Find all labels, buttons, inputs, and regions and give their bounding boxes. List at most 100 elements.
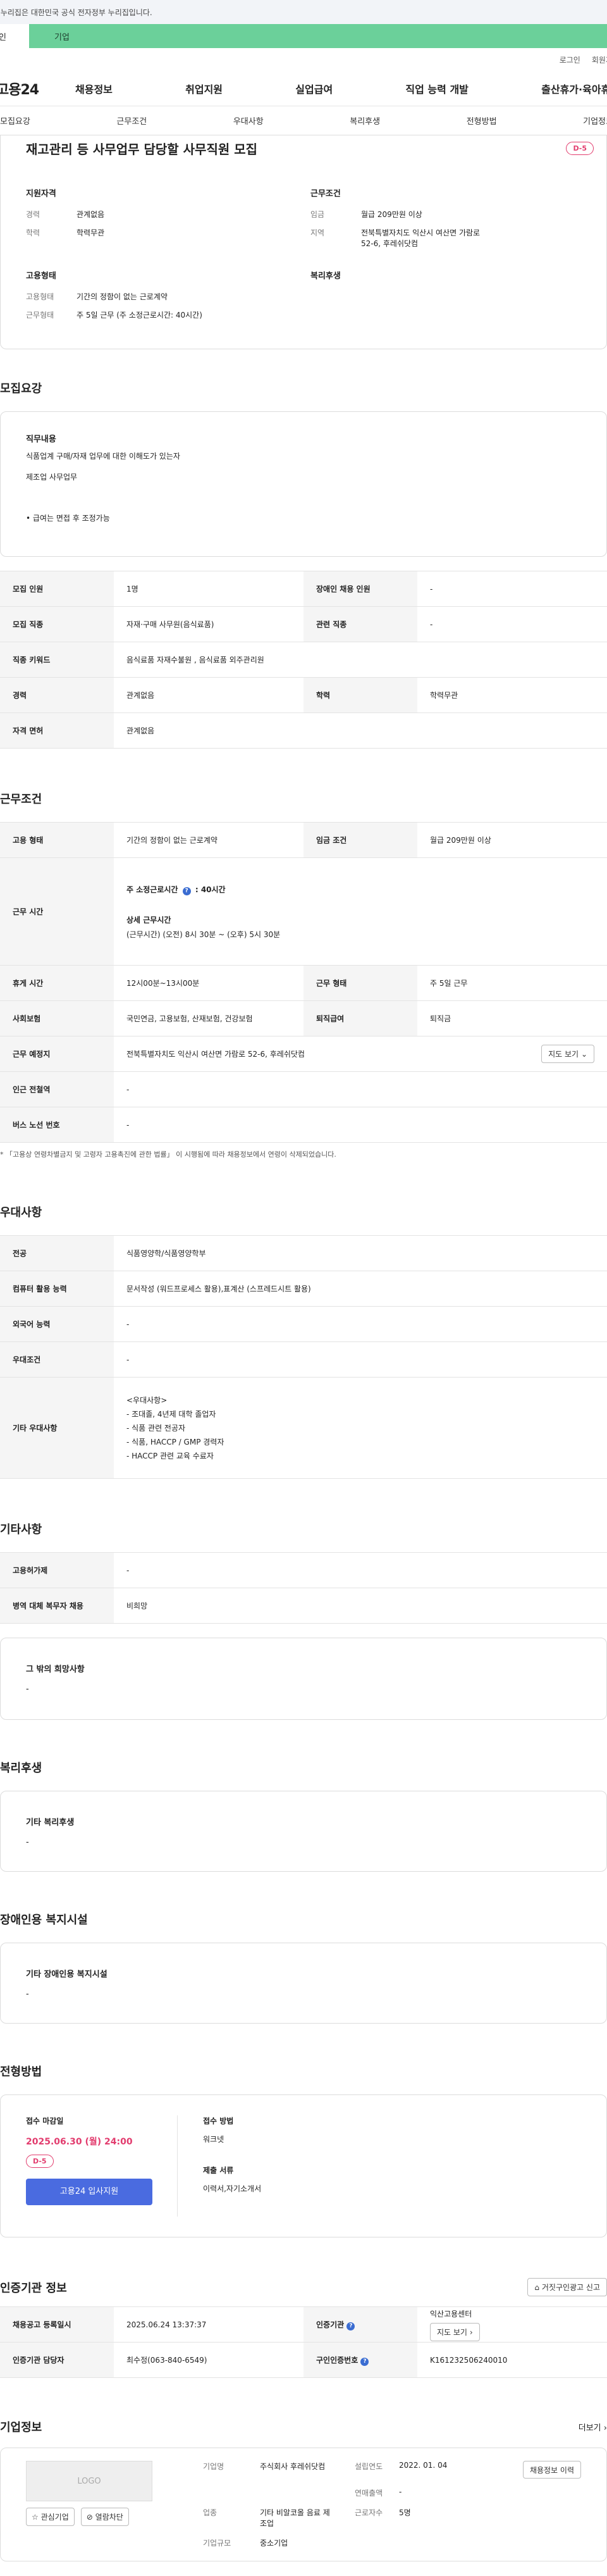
tab-biz[interactable]: 기업	[29, 24, 607, 48]
qual-row: 경력 관계없음	[26, 210, 105, 219]
cond-row: 임금 월급 209만원 이상	[310, 210, 422, 219]
agency-table: 채용공고 등록일시 2025.06.24 13:37:37 인증기관 ? 익산고용…	[0, 2306, 607, 2378]
weekly-hours: 주 소정근로시간 ? : 40시간	[126, 885, 226, 895]
welfare-box-title: 기타 복리후생	[26, 1818, 75, 1827]
gnb-item-unemployment[interactable]: 실업급여	[295, 81, 333, 96]
table-row: 고용허가제 -	[0, 1552, 607, 1588]
section-company-title: 기업정보	[0, 2421, 42, 2434]
table-row: 경력 관계없음 학력 학력무관	[0, 677, 607, 713]
subnav-pref[interactable]: 우대사항	[233, 115, 264, 127]
subnav-work[interactable]: 근무조건	[116, 115, 147, 127]
tab-personal[interactable]: 개인	[0, 24, 29, 48]
table-row: 병역 대체 복무자 채용 비희망	[0, 1588, 607, 1624]
company-box: LOGO ☆ 관심기업 ⊘ 열람차단 기업명 주식회사 후레쉬닷컴 설립연도 2…	[0, 2448, 607, 2561]
join-link[interactable]: 회원가입	[592, 54, 607, 65]
gnb-item-training[interactable]: 직업 능력 개발	[405, 81, 468, 96]
disabled-box-value: -	[26, 1989, 29, 1999]
detail-hours-label: 상세 근무시간	[126, 915, 171, 924]
section-work-title: 근무조건	[0, 793, 42, 806]
detail-hours-value: (근무시간) (오전) 8시 30분 ~ (오후) 5시 30분	[126, 930, 281, 939]
subnav-company[interactable]: 기업정보	[583, 115, 607, 127]
emp-title: 고용형태	[26, 271, 56, 281]
cond-title: 근무조건	[310, 189, 341, 199]
duty-title: 직무내용	[26, 435, 56, 444]
method-label: 접수 방법	[203, 2117, 234, 2125]
cond-row: 지역 전북특별자치도 익산시 여산면 가람로 52-6, 후레쉬닷컴	[310, 228, 481, 248]
gov-notice-text: 이 누리집은 대한민국 공식 전자정부 누리집입니다.	[0, 8, 152, 17]
duty-line: • 급여는 면접 후 조정가능	[26, 514, 110, 523]
table-row: 버스 노선 번호 -	[0, 1107, 607, 1143]
duty-line: 식품업계 구매/자재 업무에 대한 이해도가 있는자	[26, 452, 180, 461]
section-process-title: 전형방법	[0, 2065, 42, 2079]
gnb-item-support[interactable]: 취업지원	[185, 81, 223, 96]
table-row: 컴퓨터 활용 능력 문서작성 (워드프로세스 활용),표계산 (스프레드시트 활용…	[0, 1271, 607, 1307]
table-row: 근무 시간 주 소정근로시간 ? : 40시간 상세 근무시간 (근무시간) (…	[0, 857, 607, 966]
process-dday-badge: D-5	[26, 2155, 54, 2168]
method-value: 워크넷	[203, 2135, 224, 2144]
block-company-button[interactable]: ⊘ 열람차단	[80, 2508, 129, 2526]
duty-line: 제조업 사무업무	[26, 473, 78, 482]
table-row: 고용 형태 기간의 정함이 없는 근로계약 임금 조건 월급 209만원 이상	[0, 822, 607, 858]
welfare-box-value: -	[26, 1838, 29, 1847]
info-icon[interactable]: ?	[346, 2322, 355, 2330]
favorite-company-button[interactable]: ☆ 관심기업	[26, 2508, 75, 2526]
table-row: 모집 직종 자재·구매 사무원(음식료품) 관련 직종 -	[0, 606, 607, 642]
table-row: 인증기관 담당자 최수정(063-840-6549) 구인인증번호 ? K1612…	[0, 2342, 607, 2378]
section-etc-title: 기타사항	[0, 1523, 42, 1536]
chevron-down-icon: ⌄	[580, 1050, 587, 1059]
wish-value: -	[26, 1684, 29, 1694]
summary-card: 재고관리 등 사무업무 담당할 사무직원 모집 D-5 지원자격 경력 관계없음 …	[0, 135, 607, 349]
company-more-link[interactable]: 더보기 ›	[579, 2421, 607, 2433]
subnav-recruit[interactable]: 모집요강	[0, 115, 30, 127]
table-row: 자격 면허 관계없음	[0, 712, 607, 749]
subnav-process[interactable]: 전형방법	[467, 115, 497, 127]
deadline-value: 2025.06.30 (월) 24:00	[26, 2137, 133, 2147]
recruit-table: 모집 인원 1명 장애인 채용 인원 - 모집 직종 자재·구매 사무원(음식료품) …	[0, 571, 607, 749]
job-title: 재고관리 등 사무업무 담당할 사무직원 모집	[26, 142, 258, 157]
docs-label: 제출 서류	[203, 2166, 234, 2175]
login-link[interactable]: 로그인	[560, 54, 580, 65]
dday-badge: D-5	[566, 142, 594, 155]
section-agency-title: 인증기관 정보	[0, 2281, 67, 2295]
table-row: 채용공고 등록일시 2025.06.24 13:37:37 인증기관 ? 익산고용…	[0, 2306, 607, 2343]
subnav-welfare[interactable]: 복리후생	[350, 115, 380, 127]
user-type-tabs: 개인 기업	[0, 24, 607, 48]
disabled-box-title: 기타 장애인용 복지시설	[26, 1970, 107, 1979]
chevron-right-icon: ›	[469, 2327, 473, 2337]
table-row: 외국어 능력 -	[0, 1306, 607, 1342]
work-location: 전북특별자치도 익산시 여산면 가람로 52-6, 후레쉬닷컴	[126, 1050, 305, 1059]
pref-line: - 식품 관련 전공자	[126, 1423, 186, 1433]
star-icon: ☆	[32, 2513, 39, 2522]
wish-title: 그 밖의 희망사항	[26, 1665, 85, 1674]
util-links: 로그인 회원가입	[0, 48, 607, 71]
gnb-item-leave[interactable]: 출산휴가·육아휴직	[541, 81, 607, 96]
info-icon[interactable]: ?	[182, 887, 191, 895]
docs-value: 이력서,자기소개서	[203, 2184, 262, 2193]
section-pref-title: 우대사항	[0, 1206, 42, 1219]
gnb-item-jobs[interactable]: 채용정보	[75, 81, 113, 96]
apply-button[interactable]: 고용24 입사지원	[26, 2179, 152, 2205]
table-row: 직종 키워드 음식료품 자재수불원 , 음식료품 외주관리원	[0, 642, 607, 678]
info-icon[interactable]: ?	[360, 2357, 369, 2366]
agency-map-button[interactable]: 지도 보기 ›	[430, 2322, 480, 2341]
company-sales: -	[399, 2487, 402, 2496]
agency-name: 익산고용센터	[430, 2309, 472, 2318]
qual-title: 지원자격	[26, 189, 56, 199]
table-row: 모집 인원 1명 장애인 채용 인원 -	[0, 571, 607, 607]
history-button[interactable]: 채용정보 이력	[522, 2461, 581, 2479]
age-note: * 「고용상 연령차별금지 및 고령자 고용촉진에 관한 법률」 이 시행됨에 …	[0, 1150, 336, 1159]
table-row: 휴게 시간 12시00분~13시00분 근무 형태 주 5일 근무	[0, 965, 607, 1001]
pref-line: - 조대졸, 4년제 대학 졸업자	[126, 1409, 216, 1419]
map-button[interactable]: 지도 보기 ⌄	[541, 1045, 594, 1063]
table-row: 전공 식품영양학/식품영양학부	[0, 1235, 607, 1271]
qual-row: 학력 학력무관	[26, 228, 105, 237]
site-logo[interactable]: 고용24	[0, 78, 66, 99]
wish-box: 그 밖의 희망사항 -	[0, 1638, 607, 1720]
table-row: 우대조건 -	[0, 1341, 607, 1378]
disabled-box: 기타 장애인용 복지시설 -	[0, 1943, 607, 2024]
pref-line: <우대사항>	[126, 1395, 168, 1405]
duty-box: 직무내용 식품업계 구매/자재 업무에 대한 이해도가 있는자 제조업 사무업무…	[0, 411, 607, 557]
section-welfare-title: 복리후생	[0, 1762, 42, 1775]
report-button[interactable]: ⌂ 거짓구인광고 신고	[527, 2278, 607, 2296]
emp-row: 고용형태 기간의 정함이 없는 근로계약	[26, 292, 168, 301]
